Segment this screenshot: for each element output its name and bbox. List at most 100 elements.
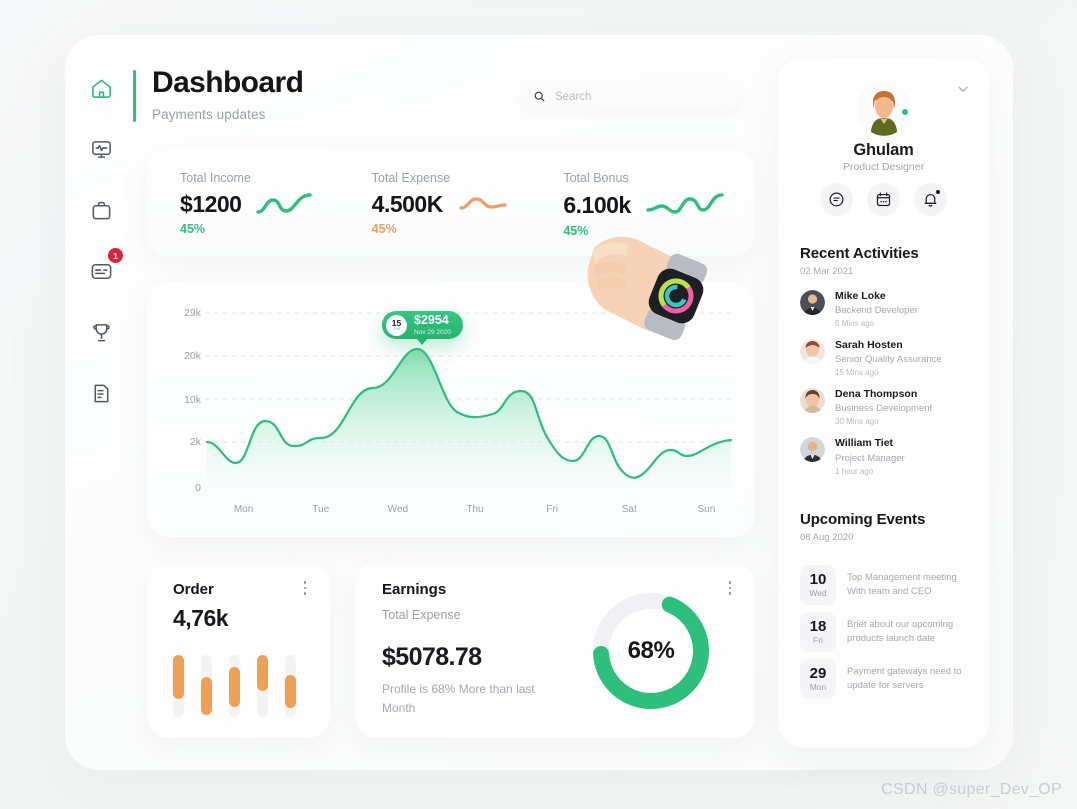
calendar-button[interactable] [867,183,900,216]
order-bar [285,655,296,717]
event-weekday: Wed [809,588,827,599]
chevron-down-icon[interactable] [955,81,971,97]
sidebar-item-payments[interactable]: 1 [85,248,123,287]
dashboard-root: 1 Dashboard Payments updates Total Incom… [0,0,1077,809]
order-bar [257,655,268,717]
event-item[interactable]: 18 Fri Brief about our upcoming products… [800,612,976,652]
sidebar-badge: 1 [108,248,123,263]
activity-role: Project Manager [835,452,905,464]
search-input[interactable] [555,90,730,103]
sidebar-item-analytics[interactable] [85,133,117,165]
card-icon [91,263,111,279]
chart-plot-area [205,296,733,488]
sidebar-item-rewards[interactable] [85,316,117,348]
chart-tooltip: 15 Thu $2954 Nov 29 2020 [382,311,463,345]
x-tick: Tue [312,504,330,515]
status-online-indicator [900,108,909,116]
order-menu-button[interactable] [298,579,312,597]
page-header: Dashboard Payments updates [133,66,304,122]
chart-x-axis: Mon Tue Wed Thu Fri Sat Sun [205,504,745,515]
home-icon [91,79,111,98]
avatar[interactable] [856,82,911,136]
messages-button[interactable] [820,183,853,216]
earnings-card: Earnings Total Expense $5078.78 Profile … [355,563,755,738]
avatar [800,437,825,463]
event-day: 29 [809,665,827,683]
stat-percent: 45% [563,224,589,238]
stat-value: 6.100k [563,191,631,218]
order-value: 4,76k [173,605,229,631]
activity-role: Senior Quality Assurance [835,354,942,366]
monitor-pulse-icon [91,140,111,158]
order-bar [229,655,240,717]
upcoming-events-section: Upcoming Events 08 Aug 2020 10 Wed Top M… [800,511,976,706]
calendar-icon [876,192,891,207]
stat-value: 4.500K [371,190,444,217]
chart-y-axis: 29k 20k 10k 2k 0 [165,296,201,494]
event-item[interactable]: 29 Mon Payment gateways need to update f… [800,659,976,699]
page-subtitle: Payments updates [152,106,266,122]
profile-name: Ghulam [853,141,914,159]
activity-item[interactable]: Mike Loke Backend Developer 5 Mins ago [800,290,972,328]
earnings-value: $5078.78 [382,643,482,671]
expense-sparkline [459,197,507,210]
x-tick: Mon [233,504,254,515]
activity-name: Sarah Hosten [835,339,903,352]
more-vertical-icon [303,581,307,584]
bonus-sparkline [646,193,724,214]
tooltip-day-label: Thu [393,326,400,332]
stat-percent: 45% [371,222,397,236]
profile-role: Product Designer [842,161,925,173]
event-weekday: Fri [813,635,823,646]
stat-label: Total Bonus [563,171,629,185]
sidebar-nav: 1 [85,72,123,409]
profile-actions [778,183,989,216]
x-tick: Sat [621,504,637,515]
avatar [800,339,825,365]
event-text: Payment gateways need to update for serv… [847,666,962,691]
activity-role: Business Development [835,403,933,415]
avatar [800,388,825,414]
upcoming-events-date: 08 Aug 2020 [800,532,854,543]
event-item[interactable]: 10 Wed Top Management meeting With team … [800,565,976,605]
activity-item[interactable]: Dena Thompson Business Development 30 Mi… [800,388,972,426]
right-panel: Ghulam Product Designer Recent Activitie… [778,57,989,748]
recent-activities-title: Recent Activities [800,245,919,262]
x-tick: Sun [697,504,716,515]
tooltip-date: Nov 29 2020 [414,328,451,336]
recent-activities-section: Recent Activities 02 Mar 2021 Mike Loke … [800,245,972,487]
earnings-note: Profile is 68% More than last Month [382,682,535,716]
more-vertical-icon [728,581,732,584]
notifications-button[interactable] [914,183,947,216]
event-day: 10 [809,571,827,589]
order-bar [173,655,184,717]
event-weekday: Mon [809,682,827,693]
area-fill [207,349,731,488]
sidebar-item-home[interactable] [85,72,117,104]
y-tick: 20k [184,349,201,362]
activity-item[interactable]: Sarah Hosten Senior Quality Assurance 15… [800,339,972,377]
income-sparkline [256,193,313,214]
stat-total-income: Total Income $1200 45% [180,171,372,256]
sidebar-item-briefcase[interactable] [85,194,117,226]
activity-time: 15 Mins ago [835,368,879,378]
activity-time: 5 Mins ago [835,319,875,329]
activity-item[interactable]: William Tiet Project Manager 1 hour ago [800,437,972,476]
search-bar[interactable] [521,82,742,111]
event-text: Brief about our upcoming products launch… [847,619,954,644]
earnings-subtitle: Total Expense [382,608,461,622]
x-tick: Wed [387,504,409,515]
upcoming-events-title: Upcoming Events [800,511,926,528]
activity-time: 30 Mins ago [835,417,879,427]
tooltip-amount: $2954 [414,313,449,328]
notification-dot [936,190,940,194]
search-icon [534,91,545,102]
chat-icon [829,192,844,207]
sidebar-item-reports[interactable] [85,377,117,409]
activity-name: Mike Loke [835,290,886,302]
order-bar-chart [173,655,308,717]
activity-time: 1 hour ago [835,466,874,476]
earnings-menu-button[interactable] [723,579,737,597]
y-tick: 10k [184,393,201,406]
stat-total-bonus: Total Bonus 6.100k 45% [563,171,755,256]
